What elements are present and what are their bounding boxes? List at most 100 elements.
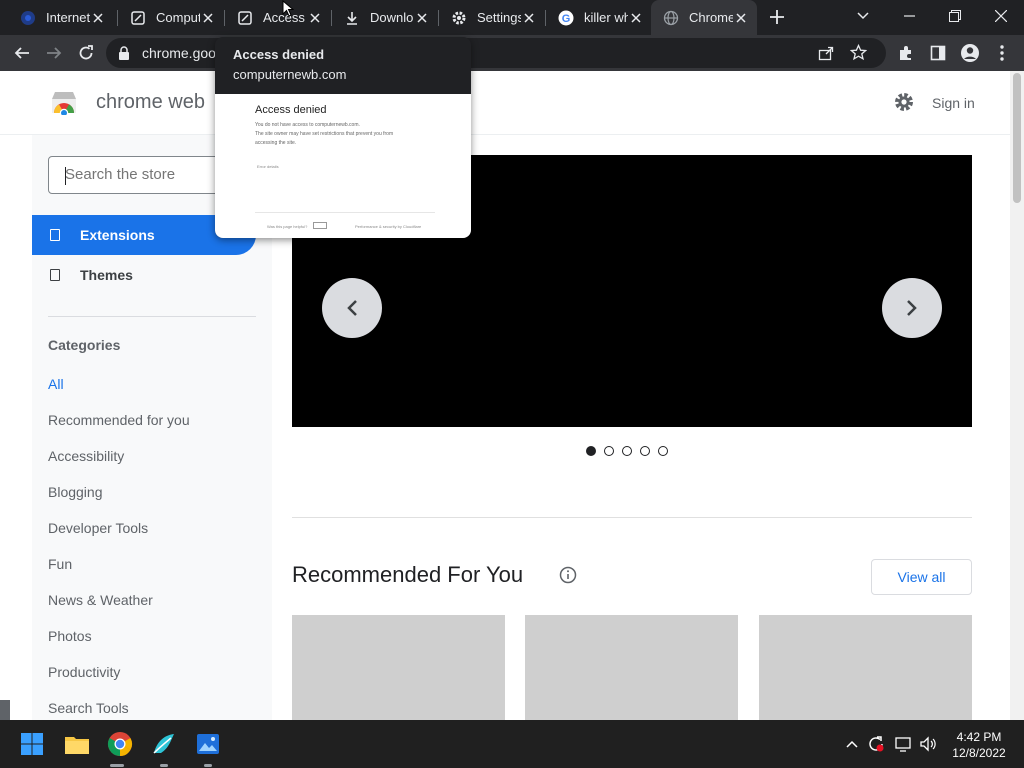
minimize-button[interactable]	[886, 0, 932, 32]
preview-title: Access denied	[255, 104, 327, 116]
settings-gear-icon[interactable]	[893, 91, 915, 113]
site-favicon-icon	[130, 10, 146, 26]
search-field[interactable]	[65, 166, 235, 183]
close-icon[interactable]	[628, 10, 644, 26]
sync-icon[interactable]	[866, 734, 886, 754]
carousel-dot[interactable]	[586, 446, 596, 456]
app-taskbar-icon[interactable]	[148, 728, 180, 760]
settings-gear-icon	[451, 10, 467, 26]
clock-time: 4:42 PM	[956, 730, 1002, 744]
chevron-left-icon	[347, 300, 357, 316]
extensions-puzzle-icon[interactable]	[892, 39, 920, 67]
side-panel-icon[interactable]	[924, 39, 952, 67]
chrome-taskbar-icon[interactable]	[104, 728, 136, 760]
extension-card-placeholder[interactable]	[292, 615, 505, 720]
store-title[interactable]: chrome web	[96, 91, 205, 114]
category-news-weather[interactable]: News & Weather	[48, 592, 153, 608]
hover-card-title: Access denied	[233, 47, 325, 62]
category-productivity[interactable]: Productivity	[48, 664, 120, 680]
category-search-tools[interactable]: Search Tools	[48, 700, 129, 716]
share-icon[interactable]	[818, 45, 834, 66]
tab-internet[interactable]: Internet	[8, 0, 114, 35]
tab-search-chevron-down-icon[interactable]	[840, 0, 886, 32]
preview-text: The site owner may have set restrictions…	[255, 131, 394, 137]
category-recommended[interactable]: Recommended for you	[48, 412, 190, 428]
nav-themes[interactable]: Themes	[32, 255, 256, 295]
photos-taskbar-icon[interactable]	[192, 728, 224, 760]
category-developer-tools[interactable]: Developer Tools	[48, 520, 148, 536]
close-window-button[interactable]	[978, 0, 1024, 32]
windows-taskbar: 4:42 PM 12/8/2022	[0, 720, 1024, 768]
network-icon[interactable]	[894, 734, 914, 754]
edge-style-favicon-icon	[20, 10, 36, 26]
close-icon[interactable]	[521, 10, 537, 26]
close-icon[interactable]	[200, 10, 216, 26]
lock-icon[interactable]	[118, 46, 130, 65]
carousel-dot[interactable]	[658, 446, 668, 456]
close-icon[interactable]	[733, 10, 749, 26]
bookmark-star-icon[interactable]	[849, 43, 868, 66]
store-header: chrome web Sign in	[0, 71, 1010, 135]
preview-text: You do not have access to computernewb.c…	[255, 122, 360, 128]
preview-error-details: Error details	[257, 164, 279, 169]
svg-text:G: G	[562, 13, 571, 25]
volume-icon[interactable]	[918, 734, 938, 754]
category-photos[interactable]: Photos	[48, 628, 92, 644]
file-explorer-icon[interactable]	[61, 728, 93, 760]
tab-chrome-web-store[interactable]: Chrome	[651, 0, 757, 35]
kebab-menu-icon[interactable]	[988, 39, 1016, 67]
start-windows-icon[interactable]	[16, 728, 48, 760]
mouse-cursor-icon	[282, 0, 294, 17]
tab-google-search[interactable]: G killer wh	[546, 0, 652, 35]
tab-title: killer wh	[584, 10, 628, 25]
tab-settings[interactable]: Settings	[439, 0, 545, 35]
carousel-dots	[586, 446, 668, 456]
category-blogging[interactable]: Blogging	[48, 484, 103, 500]
scrollbar-thumb[interactable]	[1013, 73, 1021, 203]
preview-text: accessing the site.	[255, 140, 297, 146]
carousel-next-button[interactable]	[882, 278, 942, 338]
categories-heading: Categories	[48, 337, 121, 353]
category-accessibility[interactable]: Accessibility	[48, 448, 124, 464]
chevron-up-icon[interactable]	[842, 734, 862, 754]
extension-card-placeholder[interactable]	[759, 615, 972, 720]
chrome-web-store-logo-icon[interactable]	[50, 89, 78, 115]
view-all-button[interactable]: View all	[871, 559, 972, 595]
globe-icon	[663, 10, 679, 26]
new-tab-button[interactable]	[766, 6, 788, 28]
forward-button[interactable]	[40, 39, 68, 67]
tab-downloads[interactable]: Downlo	[332, 0, 438, 35]
system-clock[interactable]: 4:42 PM 12/8/2022	[944, 729, 1014, 761]
reload-button[interactable]	[72, 39, 100, 67]
tab-access-denied[interactable]: Access d	[225, 0, 331, 35]
restore-button[interactable]	[932, 0, 978, 32]
close-icon[interactable]	[307, 10, 323, 26]
tab-title: Comput	[156, 10, 200, 25]
browser-toolbar: chrome.goo	[0, 35, 1024, 71]
tab-title: Internet	[46, 10, 90, 25]
preview-helpful: Was this page helpful?	[267, 224, 308, 229]
carousel-dot[interactable]	[640, 446, 650, 456]
category-all[interactable]: All	[48, 376, 64, 392]
close-icon[interactable]	[90, 10, 106, 26]
close-icon[interactable]	[414, 10, 430, 26]
category-fun[interactable]: Fun	[48, 556, 72, 572]
sign-in-link[interactable]: Sign in	[932, 95, 975, 111]
tab-strip: Internet Comput Access d Downlo	[0, 0, 1024, 35]
extension-card-placeholder[interactable]	[525, 615, 738, 720]
page-scrollbar[interactable]	[1010, 71, 1024, 720]
profile-avatar-icon[interactable]	[956, 39, 984, 67]
tab-hover-card: Access denied computernewb.com Access de…	[215, 37, 471, 238]
hover-card-domain: computernewb.com	[233, 67, 347, 82]
preview-footer: Performance & security by Cloudflare	[355, 224, 422, 229]
carousel-prev-button[interactable]	[322, 278, 382, 338]
section-divider	[292, 517, 972, 518]
back-button[interactable]	[8, 39, 36, 67]
info-icon[interactable]	[559, 566, 577, 584]
sidebar-divider	[48, 316, 256, 317]
tab-computernewb[interactable]: Comput	[118, 0, 224, 35]
carousel-dot[interactable]	[604, 446, 614, 456]
text-caret	[65, 167, 66, 185]
scroll-handle[interactable]	[0, 700, 10, 720]
carousel-dot[interactable]	[622, 446, 632, 456]
